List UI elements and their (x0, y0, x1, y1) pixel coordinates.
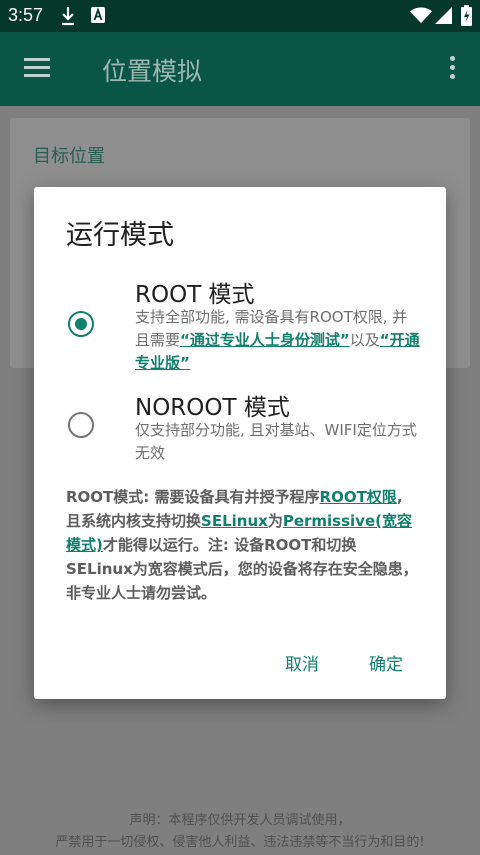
signal-icon (435, 7, 453, 28)
radio-root[interactable] (68, 311, 94, 337)
option-noroot-title: NOROOT 模式 (135, 395, 290, 421)
option-root-desc: 支持全部功能, 需设备具有ROOT权限, 并且需要“通过专业人士身份测试”以及“… (135, 306, 420, 375)
selinux-link[interactable]: SELinux (201, 512, 268, 530)
root-mode-note: ROOT模式: 需要设备具有并授予程序ROOT权限, 且系统内核支持切换SELi… (66, 485, 421, 605)
status-time: 3:57 (8, 5, 44, 25)
disclaimer: 声明：本程序仅供开发人员调试使用， 严禁用于一切侵权、侵害他人利益、违法违禁等不… (0, 810, 480, 854)
font-a-icon (90, 6, 106, 28)
disclaimer-line-1: 声明：本程序仅供开发人员调试使用， (129, 813, 351, 828)
app-title: 位置模拟 (102, 57, 203, 86)
target-location-label: 目标位置 (33, 146, 105, 167)
root-permission-link[interactable]: ROOT权限 (320, 488, 397, 506)
more-vert-icon[interactable] (450, 56, 456, 80)
confirm-button[interactable]: 确定 (369, 650, 403, 675)
run-mode-dialog: 运行模式 ROOT 模式 支持全部功能, 需设备具有ROOT权限, 并且需要“通… (34, 187, 446, 699)
note-text-4: 才能得以运行。注: 设备ROOT和切换SELinux为宽容模式后，您的设备将存在… (66, 536, 418, 602)
note-text-3: 为 (267, 512, 283, 530)
radio-noroot[interactable] (68, 412, 94, 438)
menu-icon[interactable] (24, 58, 50, 78)
disclaimer-line-2: 严禁用于一切侵权、侵害他人利益、违法违禁等不当行为和目的! (55, 835, 425, 850)
option-root-desc-and: 以及 (349, 331, 380, 349)
download-icon (60, 6, 76, 30)
note-text-1: ROOT模式: 需要设备具有并授予程序 (66, 488, 320, 506)
option-root-title: ROOT 模式 (135, 282, 255, 308)
option-root[interactable]: ROOT 模式 支持全部功能, 需设备具有ROOT权限, 并且需要“通过专业人士… (34, 275, 446, 375)
wifi-icon (410, 7, 432, 28)
option-noroot[interactable]: NOROOT 模式 仅支持部分功能, 且对基站、WIFI定位方式无效 (34, 388, 446, 468)
cancel-button[interactable]: 取消 (285, 650, 319, 675)
dialog-title: 运行模式 (66, 220, 174, 251)
option-noroot-desc: 仅支持部分功能, 且对基站、WIFI定位方式无效 (135, 421, 417, 462)
status-bar: 3:57 (0, 0, 480, 32)
app-bar: 位置模拟 (0, 32, 480, 106)
pro-identity-test-link[interactable]: “通过专业人士身份测试” (180, 331, 350, 349)
battery-charging-icon (461, 5, 472, 30)
